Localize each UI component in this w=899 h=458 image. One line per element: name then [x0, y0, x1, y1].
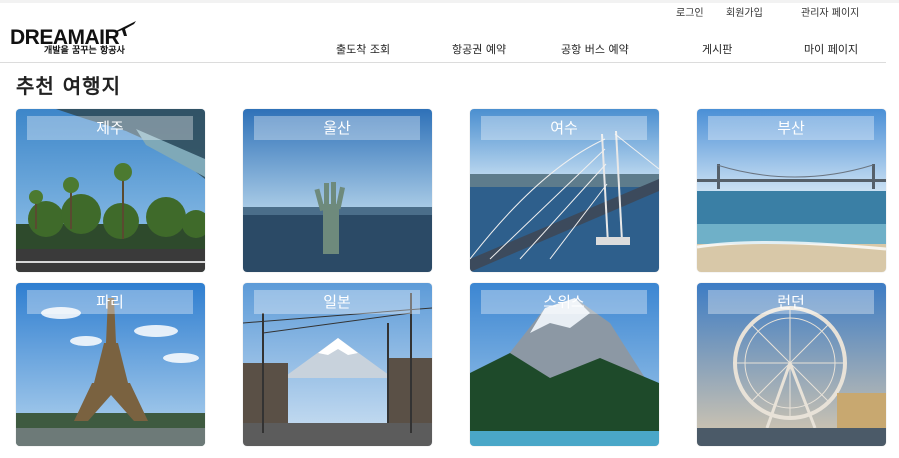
destination-label: 런던 — [708, 290, 874, 314]
destination-card-ulsan[interactable]: 울산 — [243, 109, 432, 272]
utility-nav: 로그인 회원가입 관리자 페이지 — [676, 4, 899, 19]
destination-card-japan[interactable]: 일본 — [243, 283, 432, 446]
destination-label: 제주 — [27, 116, 193, 140]
nav-airport-bus[interactable]: 공항 버스 예약 — [561, 41, 629, 57]
main-nav: 출도착 조회 항공권 예약 공항 버스 예약 게시판 마이 페이지 — [0, 41, 899, 57]
destination-card-yeosu[interactable]: 여수 — [470, 109, 659, 272]
destination-label: 울산 — [254, 116, 420, 140]
nav-arrivals-departures[interactable]: 출도착 조회 — [336, 41, 390, 57]
top-border — [0, 0, 899, 3]
section-title: 추천 여행지 — [16, 74, 121, 98]
destination-card-busan[interactable]: 부산 — [697, 109, 886, 272]
nav-board[interactable]: 게시판 — [702, 41, 732, 57]
destination-label: 파리 — [27, 290, 193, 314]
airplane-icon — [116, 21, 136, 36]
signup-link[interactable]: 회원가입 — [726, 4, 801, 19]
login-link[interactable]: 로그인 — [676, 4, 726, 19]
destination-label: 스위스 — [481, 290, 647, 314]
header-divider — [0, 62, 886, 63]
destination-card-jeju[interactable]: 제주 — [16, 109, 205, 272]
destination-label: 부산 — [708, 116, 874, 140]
nav-flight-booking[interactable]: 항공권 예약 — [452, 41, 506, 57]
destination-card-paris[interactable]: 파리 — [16, 283, 205, 446]
destination-card-switzerland[interactable]: 스위스 — [470, 283, 659, 446]
nav-my-page[interactable]: 마이 페이지 — [804, 41, 858, 57]
destination-label: 일본 — [254, 290, 420, 314]
destination-card-london[interactable]: 런던 — [697, 283, 886, 446]
admin-page-link[interactable]: 관리자 페이지 — [801, 4, 899, 19]
destination-label: 여수 — [481, 116, 647, 140]
